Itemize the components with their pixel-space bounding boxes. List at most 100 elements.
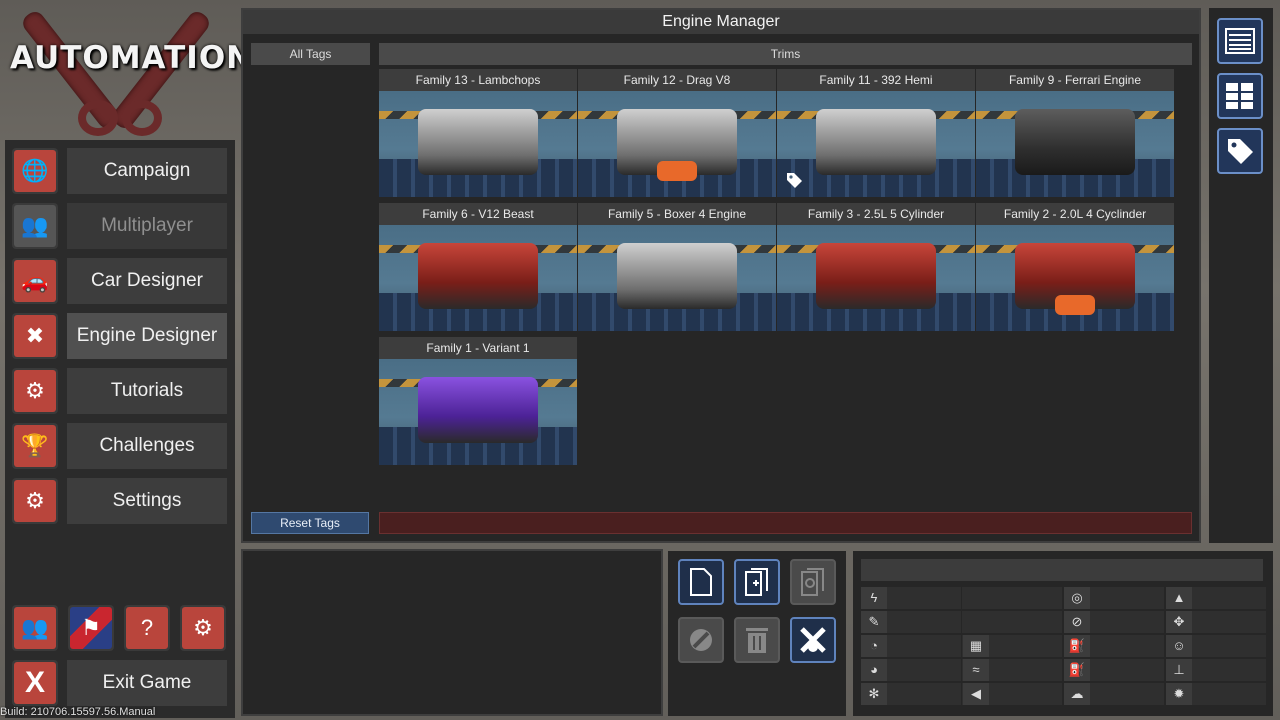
turbo-icon: ◎ xyxy=(1064,587,1090,609)
engine-card[interactable]: Family 2 - 2.0L 4 Cyclinder xyxy=(976,203,1174,333)
nav-icon-car-designer[interactable]: 🚗 xyxy=(12,258,58,304)
engine-designer-icon xyxy=(800,627,826,653)
lightning-icon: ϟ xyxy=(861,587,887,609)
exit-icon-button[interactable]: X xyxy=(12,660,58,706)
engine-thumbnail xyxy=(578,91,776,197)
engine-thumbnail xyxy=(976,91,1174,197)
nav-button-challenges[interactable]: Challenges xyxy=(67,423,227,469)
globe-icon: 🌐 xyxy=(14,150,56,192)
trash-icon xyxy=(746,628,768,653)
nav-button-multiplayer[interactable]: Multiplayer xyxy=(67,203,227,249)
help-icon: ? xyxy=(126,607,168,649)
stats-row: ◔ ▦ ⛽ ☺ xyxy=(861,635,1266,659)
stat-value xyxy=(962,587,1062,609)
fuel-can-icon: ⛽ xyxy=(1064,635,1090,657)
duplicate-file-icon xyxy=(745,568,768,596)
speaker-icon: ◀ xyxy=(963,683,989,705)
engine-card-title: Family 1 - Variant 1 xyxy=(379,337,577,359)
nav-button-car-designer[interactable]: Car Designer xyxy=(67,258,227,304)
duplicate-engine-button[interactable] xyxy=(734,559,780,605)
nav-button-campaign[interactable]: Campaign xyxy=(67,148,227,194)
engine-details-panel xyxy=(241,549,663,716)
engine-tools-panel xyxy=(668,551,846,716)
weight-icon: ▲ xyxy=(1166,587,1192,609)
tutorial-head-icon: ⚙ xyxy=(182,607,224,649)
engine-card[interactable]: Family 1 - Variant 1 xyxy=(379,337,577,467)
exit-game-button[interactable]: Exit Game xyxy=(67,660,227,706)
engine-card[interactable]: Family 6 - V12 Beast xyxy=(379,203,577,333)
all-tags-filter[interactable]: All Tags xyxy=(251,43,370,65)
nav-button-settings[interactable]: Settings xyxy=(67,478,227,524)
nav-icon-engine-designer[interactable]: ✖ xyxy=(12,313,58,359)
emissions-icon: ≈ xyxy=(963,659,989,681)
engine-card-title: Family 11 - 392 Hemi xyxy=(777,69,975,91)
person-icon: ☺ xyxy=(1166,635,1192,657)
gauge-icon: ◔ xyxy=(861,635,887,657)
engine-card[interactable]: Family 13 - Lambchops xyxy=(379,69,577,199)
page-title: Engine Manager xyxy=(243,10,1199,34)
nav-icon-campaign[interactable]: 🌐 xyxy=(12,148,58,194)
tachometer-icon: ◕ xyxy=(861,659,887,681)
nav-icon-settings[interactable]: ⚙ xyxy=(12,478,58,524)
settings-file-icon xyxy=(801,568,824,596)
tutorial-head-button[interactable]: ⚙ xyxy=(180,605,226,651)
nav-icon-challenges[interactable]: 🏆 xyxy=(12,423,58,469)
gear-cog-icon: ✹ xyxy=(1166,683,1192,705)
stats-row: ✻ ◀ ☁ ✹ xyxy=(861,683,1266,707)
engine-card[interactable]: Family 11 - 392 Hemi xyxy=(777,69,975,199)
language-flag-icon: ⚑ xyxy=(70,607,112,649)
logo-text: AUTOMATION xyxy=(10,40,254,76)
engine-card-title: Family 5 - Boxer 4 Engine xyxy=(578,203,776,225)
open-engine-designer-button[interactable] xyxy=(790,617,836,663)
help-button[interactable]: ? xyxy=(124,605,170,651)
engine-thumbnail xyxy=(578,225,776,331)
engine-card-title: Family 2 - 2.0L 4 Cyclinder xyxy=(976,203,1174,225)
nav-button-engine-designer[interactable]: Engine Designer xyxy=(67,313,227,359)
nav-button-tutorials[interactable]: Tutorials xyxy=(67,368,227,414)
anvil-icon: ⊥ xyxy=(1166,659,1192,681)
engine-thumbnail xyxy=(379,359,577,465)
tag-filter-button[interactable] xyxy=(1217,128,1263,174)
stats-row: ✎ ⊘ ✥ xyxy=(861,611,1266,635)
list-view-icon xyxy=(1225,28,1255,54)
community-button[interactable]: 👥 xyxy=(12,605,58,651)
stats-row: ϟ ◎ ▲ xyxy=(861,587,1266,611)
engine-card[interactable]: Family 9 - Ferrari Engine xyxy=(976,69,1174,199)
engine-thumbnail xyxy=(379,91,577,197)
community-icon: 👥 xyxy=(14,607,56,649)
dimensions-icon: ✥ xyxy=(1166,611,1192,633)
engine-card[interactable]: Family 3 - 2.5L 5 Cylinder xyxy=(777,203,975,333)
modify-engine-button[interactable] xyxy=(678,617,724,663)
tag-icon xyxy=(785,171,803,189)
build-label: Build: 210706.15597.56.Manual xyxy=(0,706,156,718)
new-engine-button[interactable] xyxy=(678,559,724,605)
stats-row: ◕ ≈ ⛽ ⊥ xyxy=(861,659,1266,683)
gear-icon: ⚙ xyxy=(14,480,56,522)
nav-icon-tutorials[interactable]: ⚙ xyxy=(12,368,58,414)
engine-card-title: Family 9 - Ferrari Engine xyxy=(976,69,1174,91)
engine-card[interactable]: Family 5 - Boxer 4 Engine xyxy=(578,203,776,333)
engine-thumbnail xyxy=(976,225,1174,331)
piston-small-icon: ⊘ xyxy=(1064,611,1090,633)
language-flag-button[interactable]: ⚑ xyxy=(68,605,114,651)
tag-icon xyxy=(1228,139,1253,164)
engine-card[interactable]: Family 12 - Drag V8 xyxy=(578,69,776,199)
list-view-button[interactable] xyxy=(1217,18,1263,64)
close-icon: X xyxy=(14,662,56,704)
engine-thumbnail xyxy=(777,91,975,197)
reset-tags-button[interactable]: Reset Tags xyxy=(251,512,369,534)
fuel-pump-icon: ⛽ xyxy=(1064,659,1090,681)
users-icon: 👥 xyxy=(14,205,56,247)
grid-view-icon xyxy=(1226,83,1253,109)
wrench-gear-icon xyxy=(690,629,712,651)
engine-card-title: Family 13 - Lambchops xyxy=(379,69,577,91)
engine-card-title: Family 3 - 2.5L 5 Cylinder xyxy=(777,203,975,225)
trims-header[interactable]: Trims xyxy=(379,43,1192,65)
engine-settings-button[interactable] xyxy=(790,559,836,605)
nav-icon-multiplayer[interactable]: 👥 xyxy=(12,203,58,249)
engine-card-title: Family 6 - V12 Beast xyxy=(379,203,577,225)
car-icon: 🚗 xyxy=(14,260,56,302)
delete-engine-button[interactable] xyxy=(734,617,780,663)
wrench-icon: ✎ xyxy=(861,611,887,633)
grid-view-button[interactable] xyxy=(1217,73,1263,119)
